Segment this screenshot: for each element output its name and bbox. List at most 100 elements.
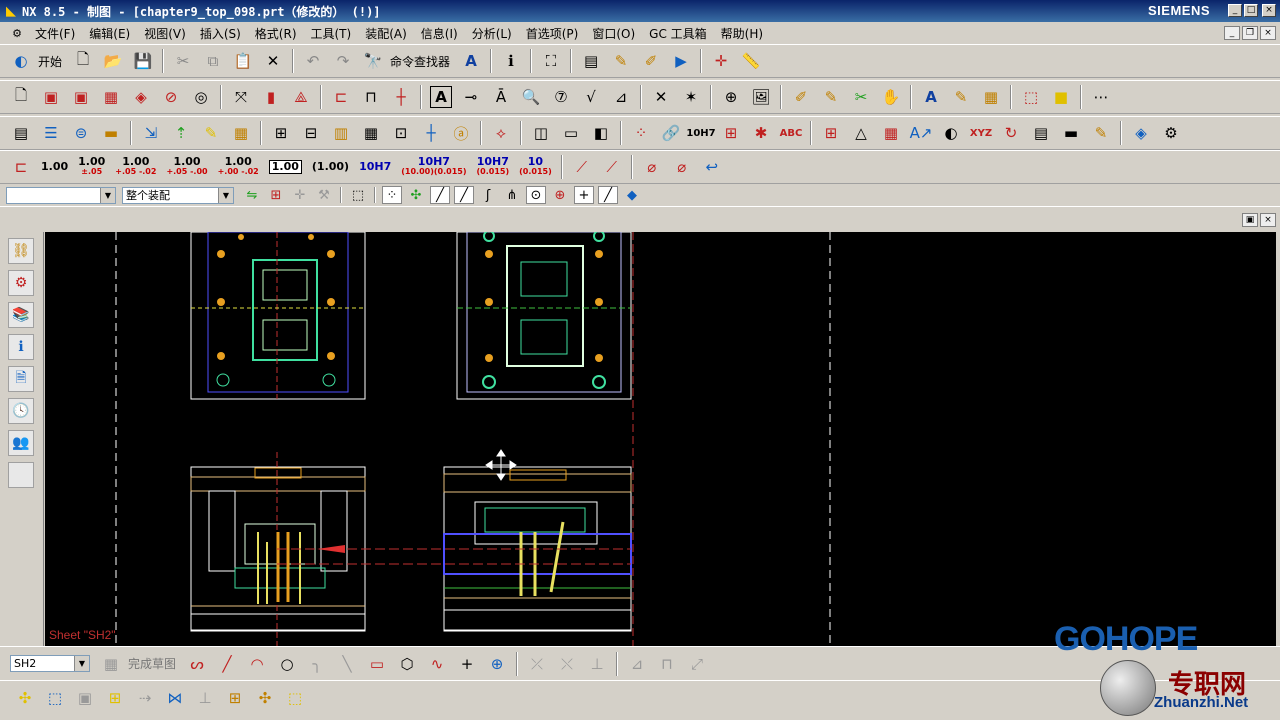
menu-assembly[interactable]: 装配(A) [358,25,414,42]
preferences-icon[interactable]: ◈ [1130,122,1152,144]
half-section-icon[interactable]: ◈ [130,86,152,108]
section-view-icon[interactable]: ▦ [100,86,122,108]
dim-unilateral-above[interactable]: 1.00 +.05 -.00 [166,156,207,177]
menu-window[interactable]: 窗口(O) [585,25,642,42]
hide-icon[interactable]: ✂ [850,86,872,108]
radius-icon[interactable]: ⌀ [671,156,693,178]
edit-annotation-icon[interactable]: ✐ [790,86,812,108]
break-line-icon[interactable]: ⊓ [360,86,382,108]
dimension-constraint-icon[interactable]: ⊓ [656,653,678,675]
point-on-surface-icon[interactable]: ◆ [622,186,642,204]
assembly-navigator-icon[interactable]: ⚙ [8,270,34,296]
annotation-style-icon[interactable]: ✎ [950,86,972,108]
cross-icon[interactable]: ✕ [650,86,672,108]
edit-cell-icon[interactable]: ✎ [200,122,222,144]
offset-curve-icon[interactable]: ⊕ [486,653,508,675]
delete-icon[interactable]: ✕ [262,50,284,72]
start-button[interactable]: 开始 [38,53,62,70]
dimension-edit-icon[interactable]: ⟋ [571,156,593,178]
auto-constraint-icon[interactable]: ⤢ [686,653,708,675]
spline-icon[interactable]: ∿ [426,653,448,675]
text-style-icon[interactable]: A [460,50,482,72]
mirror-icon[interactable]: ⊥ [194,687,216,709]
info-icon[interactable]: ℹ [500,50,522,72]
link-icon[interactable]: 🔗 [660,122,682,144]
add-filter-icon[interactable]: ⊞ [266,186,286,204]
command-finder-icon[interactable]: 🔭 [362,50,384,72]
snap-icon[interactable]: ✛ [710,50,732,72]
trim-icon[interactable]: ⤫ [526,653,548,675]
dotted-grid-icon[interactable]: ⁘ [630,122,652,144]
sequence-icon[interactable]: ⬚ [284,687,306,709]
part-navigator-icon[interactable]: ⛓ [8,238,34,264]
roles-icon[interactable]: 👥 [8,430,34,456]
arc-icon[interactable]: ◠ [246,653,268,675]
constraint-icon[interactable]: ⊿ [626,653,648,675]
open-icon[interactable]: 📂 [102,50,124,72]
quadrant-icon[interactable]: ⊕ [550,186,570,204]
hole-table-icon[interactable]: ⟡ [490,122,512,144]
note-icon[interactable]: A [430,86,452,108]
polygon-icon[interactable]: ⬡ [396,653,418,675]
insert-column-icon[interactable]: ⊟ [300,122,322,144]
image-icon[interactable]: 🖼 [750,86,772,108]
doc-close-button[interactable]: × [1260,26,1276,40]
new-component-icon[interactable]: ▣ [74,687,96,709]
clock-icon[interactable]: 🕓 [8,398,34,424]
grid-icon[interactable]: ▦ [980,86,1002,108]
move-component-icon[interactable]: ⇢ [134,687,156,709]
drawing-canvas[interactable]: Sheet "SH2" [45,232,1276,646]
weld-symbol-icon[interactable]: ⊿ [610,86,632,108]
web-browser-icon[interactable]: ℹ [8,334,34,360]
feature-frame-icon[interactable]: ◫ [530,122,552,144]
component-icon[interactable]: ⬚ [44,687,66,709]
finish-sketch-button[interactable]: 完成草图 [128,655,176,672]
finish-sketch-icon[interactable]: ▦ [100,653,122,675]
feature-control-icon[interactable]: ⊞ [720,122,742,144]
control-point-icon[interactable]: ʃ [478,186,498,204]
triangle-icon[interactable]: △ [850,122,872,144]
fit-view-icon[interactable]: ⛶ [540,50,562,72]
view-dependent-icon[interactable]: ⟁ [290,86,312,108]
display-icon[interactable]: ▬ [1060,122,1082,144]
selection-scope-select[interactable]: 整个装配 ▼ [122,186,234,204]
edit-tag-icon[interactable]: ✱ [750,122,772,144]
calendar-table-icon[interactable]: ▦ [880,122,902,144]
edit-text-icon[interactable]: A [920,86,942,108]
dim-nominal[interactable]: 1.00 [41,161,68,172]
menu-insert[interactable]: 插入(S) [193,25,248,42]
save-icon[interactable]: 💾 [132,50,154,72]
blank-panel-icon[interactable] [8,462,34,488]
centerline-icon[interactable]: ┼ [390,86,412,108]
copy-icon[interactable]: ⧉ [202,50,224,72]
menu-edit[interactable]: 编辑(E) [82,25,137,42]
menu-app-icon[interactable]: ⚙ [10,22,24,44]
3d-box-icon[interactable]: ⬚ [1020,86,1042,108]
doc-minimize-button[interactable]: _ [1224,26,1240,40]
revolved-section-icon[interactable]: ⊘ [160,86,182,108]
show-icon[interactable]: ✋ [880,86,902,108]
arc-center-icon[interactable]: ⊙ [526,186,546,204]
assembly-icon[interactable]: ✣ [14,687,36,709]
menu-help[interactable]: 帮助(H) [714,25,770,42]
type-filter-select[interactable]: ▼ [6,186,116,204]
surface-finish-icon[interactable]: ⊸ [460,86,482,108]
pen-icon[interactable]: ✎ [1090,122,1112,144]
arrow-a-icon[interactable]: A↗ [910,122,933,144]
fit-tolerance-icon[interactable]: 10H7 [686,122,715,144]
new-sheet-icon[interactable]: 🗋 [10,86,32,108]
start-icon[interactable]: ◐ [10,50,32,72]
update-icon[interactable]: ⇡ [170,122,192,144]
restore-view-icon[interactable]: ▣ [1242,213,1258,227]
measure-icon[interactable]: 📏 [740,50,762,72]
rectangle-tool-icon[interactable]: ▭ [366,653,388,675]
dim-equal-bilateral[interactable]: 1.00 ±.05 [78,156,105,177]
maximize-button[interactable]: □ [1244,4,1258,17]
drafting-tool-icon[interactable]: ✎ [610,50,632,72]
select-body-icon[interactable]: ⚒ [314,186,334,204]
dim-limits[interactable]: 10 (0.015) [519,156,552,177]
point-on-curve-icon[interactable]: ╱ [598,186,618,204]
rectangle-select-icon[interactable]: ⬚ [348,186,368,204]
rectangle-icon[interactable]: ▭ [560,122,582,144]
diameter-icon[interactable]: ⌀ [641,156,663,178]
